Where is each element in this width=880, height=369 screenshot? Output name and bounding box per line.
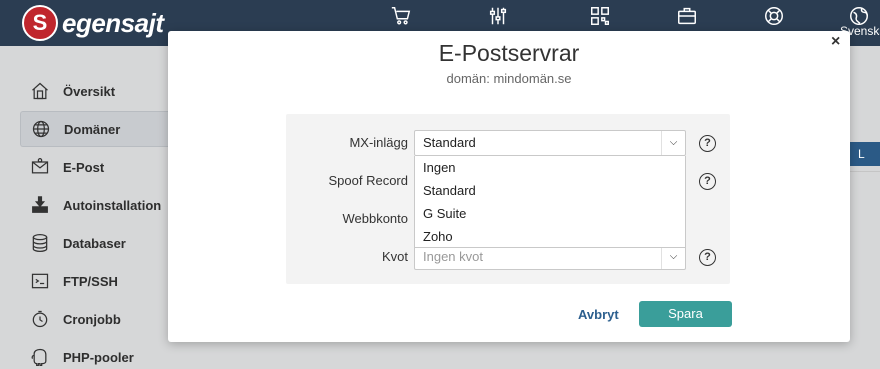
- chevron-down-icon: ⌵: [661, 131, 685, 155]
- sidebar-item-label: Domäner: [64, 121, 121, 137]
- php-icon: [29, 346, 51, 368]
- sidebar-item-oversikt[interactable]: Översikt: [20, 73, 168, 109]
- quota-help-icon[interactable]: ?: [699, 249, 716, 266]
- logo-mark: S: [22, 5, 58, 41]
- dropdown-option[interactable]: Ingen: [415, 156, 685, 179]
- sidebar-item-databaser[interactable]: Databaser: [20, 225, 168, 261]
- lifebuoy-icon[interactable]: [761, 3, 787, 29]
- sidebar-item-domaner[interactable]: Domäner: [20, 111, 168, 147]
- spoof-record-label: Spoof Record: [328, 173, 409, 188]
- mail-icon: [29, 156, 51, 178]
- sidebar-item-label: Autoinstallation: [63, 197, 162, 213]
- cart-icon[interactable]: [388, 3, 414, 29]
- mx-dropdown-list: Ingen Standard G Suite Zoho: [414, 156, 686, 248]
- modal-title: E-Postservrar: [438, 40, 580, 66]
- logo[interactable]: S egensajt: [22, 5, 164, 41]
- sidebar-item-ftpssh[interactable]: FTP/SSH: [20, 263, 168, 299]
- sidebar-item-php-pooler[interactable]: PHP-pooler: [20, 339, 168, 369]
- terminal-icon: [29, 270, 51, 292]
- modal-subtitle: domän: mindomän.se: [446, 71, 572, 86]
- mx-label: MX-inlägg: [349, 135, 408, 150]
- home-icon: [29, 80, 51, 102]
- email-servers-modal: × E-Postservrar domän: mindomän.se MX-in…: [168, 31, 850, 342]
- sidebar-item-label: Översikt: [63, 83, 116, 99]
- sidebar: Översikt Domäner E-Post Autoinstallation…: [0, 46, 168, 369]
- mx-select[interactable]: Standard ⌵: [414, 130, 686, 156]
- mx-select-value: Standard: [423, 135, 476, 150]
- globe-icon: [30, 118, 52, 140]
- dropdown-option[interactable]: Standard: [415, 179, 685, 202]
- dropdown-option[interactable]: Zoho: [415, 225, 685, 248]
- qr-icon[interactable]: [587, 3, 613, 29]
- sidebar-item-label: Databaser: [63, 235, 126, 251]
- sidebar-item-label: Cronjobb: [63, 311, 121, 327]
- chevron-down-icon: ⌵: [661, 245, 685, 269]
- logo-text: egensajt: [62, 7, 164, 38]
- sidebar-item-autoinstallation[interactable]: Autoinstallation: [20, 187, 168, 223]
- save-button[interactable]: Spara: [639, 301, 732, 327]
- briefcase-icon[interactable]: [674, 3, 700, 29]
- sidebar-item-label: PHP-pooler: [63, 349, 134, 365]
- mx-help-icon[interactable]: ?: [699, 135, 716, 152]
- sidebar-item-label: E-Post: [63, 159, 105, 175]
- cancel-button[interactable]: Avbryt: [578, 307, 619, 322]
- database-icon: [29, 232, 51, 254]
- quota-label: Kvot: [381, 249, 408, 264]
- background-tab: L: [850, 142, 880, 166]
- quota-select-placeholder: Ingen kvot: [423, 249, 483, 264]
- sidebar-item-cronjobb[interactable]: Cronjobb: [20, 301, 168, 337]
- download-icon: [29, 194, 51, 216]
- spoof-help-icon[interactable]: ?: [699, 173, 716, 190]
- background-divider: [850, 171, 880, 172]
- sidebar-item-epost[interactable]: E-Post: [20, 149, 168, 185]
- sliders-icon[interactable]: [485, 3, 511, 29]
- sidebar-item-label: FTP/SSH: [63, 273, 118, 289]
- webmail-label: Webbkonto: [342, 211, 408, 226]
- dropdown-option[interactable]: G Suite: [415, 202, 685, 225]
- clock-icon: [29, 308, 51, 330]
